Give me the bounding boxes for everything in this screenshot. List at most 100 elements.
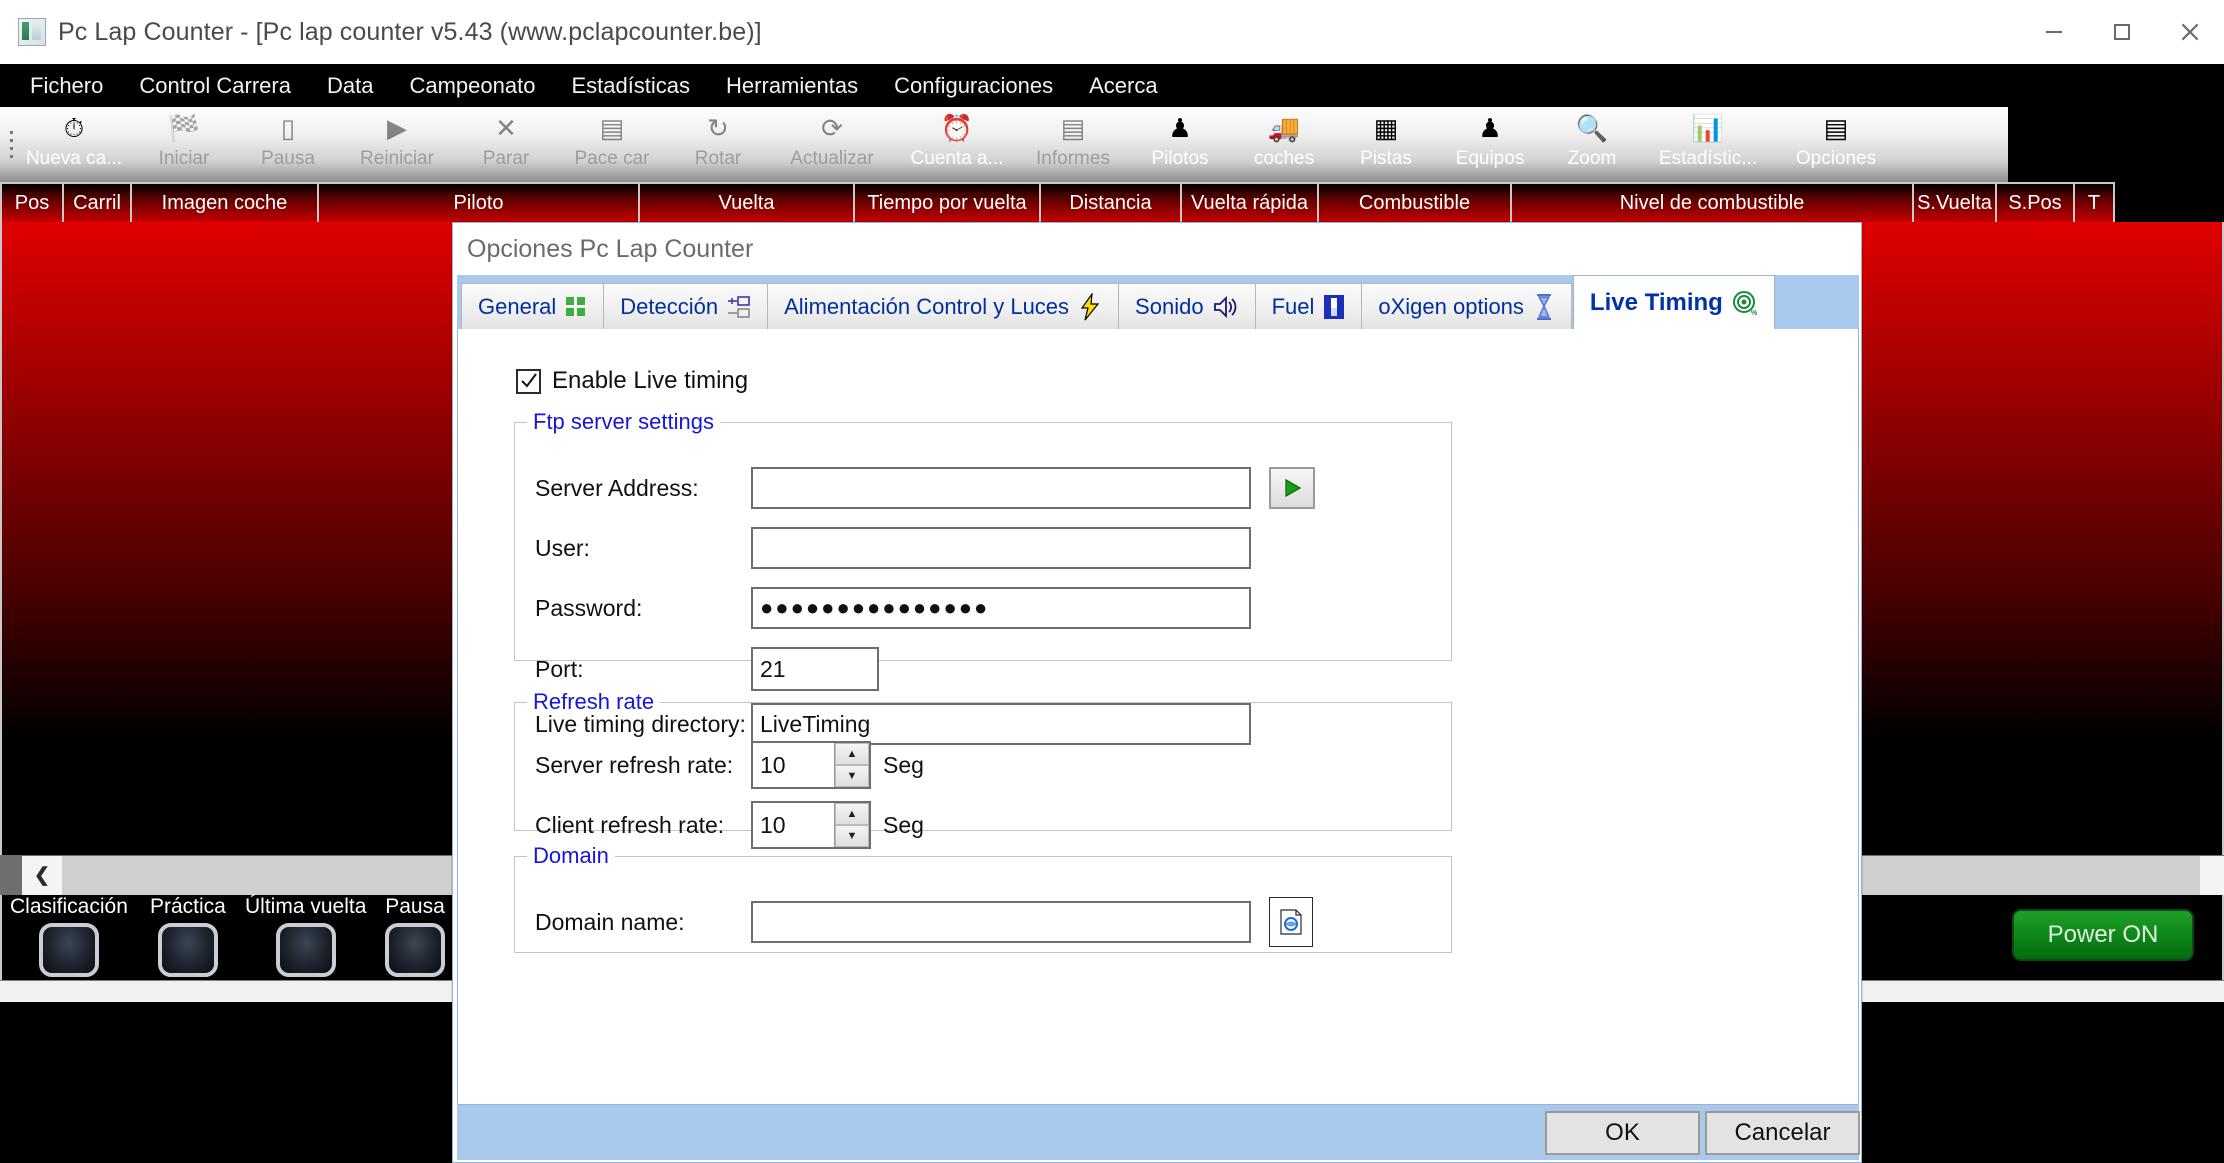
window-controls (2020, 0, 2224, 64)
main-toolbar: ⏱ Nueva ca... 🏁 Iniciar ▯ Pausa ▶ Reinic… (0, 107, 2008, 182)
cars-icon: 🚚 (1267, 113, 1301, 143)
power-on-button[interactable]: Power ON (2012, 909, 2194, 961)
lamp-label: Pausa (385, 895, 445, 918)
tab-deteccion[interactable]: Detección (603, 283, 769, 329)
toolbar-button-zoom[interactable]: 🔍 Zoom (1544, 107, 1640, 182)
countdown-clock-icon: ⏰ (940, 113, 974, 143)
toolbar-button-parar[interactable]: ✕ Parar (456, 107, 556, 182)
menu-item-control-carrera[interactable]: Control Carrera (121, 73, 309, 99)
domain-name-label: Domain name: (535, 908, 685, 935)
toolbar-label: coches (1253, 148, 1315, 169)
toolbar-label: Nueva ca... (25, 148, 123, 169)
menu-item-acerca[interactable]: Acerca (1071, 73, 1175, 99)
toolbar-button-estadisticas[interactable]: 📊 Estadístic... (1640, 107, 1776, 182)
menu-item-estadisticas[interactable]: Estadísticas (553, 73, 708, 99)
toolbar-button-cuenta-atras[interactable]: ⏰ Cuenta a... (896, 107, 1018, 182)
lamp-clasificacion[interactable]: Clasificación (10, 895, 128, 977)
tab-general[interactable]: General (461, 283, 605, 329)
column-header-combustible[interactable]: Combustible (1319, 182, 1512, 222)
lamp-pausa[interactable]: Pausa (385, 895, 445, 977)
ok-button[interactable]: OK (1545, 1111, 1700, 1155)
port-label: Port: (535, 655, 584, 682)
menu-item-fichero[interactable]: Fichero (12, 73, 121, 99)
lamp-indicator[interactable] (157, 923, 218, 977)
tab-live-timing[interactable]: Live Timing % (1572, 275, 1775, 329)
enable-live-timing-row[interactable]: Enable Live timing (516, 367, 748, 395)
lamp-indicator[interactable] (275, 923, 336, 977)
refresh-rate-group: Refresh rate Server refresh rate: 10 ▲ ▼… (514, 689, 1452, 849)
column-header-piloto[interactable]: Piloto (319, 182, 640, 222)
toolbar-button-pilotos[interactable]: ♟ Pilotos (1128, 107, 1232, 182)
toolbar-button-informes[interactable]: ▤ Informes (1018, 107, 1128, 182)
menu-item-herramientas[interactable]: Herramientas (708, 73, 876, 99)
lamp-indicator[interactable] (385, 923, 445, 977)
lamp-ultima-vuelta[interactable]: Última vuelta (245, 895, 366, 977)
internet-doc-icon[interactable] (1269, 897, 1313, 947)
toolbar-grip[interactable] (0, 107, 18, 182)
tab-oxigen-options[interactable]: oXigen options (1361, 283, 1572, 329)
chevron-up-icon[interactable]: ▲ (835, 803, 869, 825)
chevron-left-icon[interactable]: ❮ (22, 856, 62, 895)
port-input[interactable]: 21 (751, 647, 879, 691)
column-header-vuelta[interactable]: Vuelta (640, 182, 855, 222)
client-refresh-rate-value[interactable]: 10 (753, 803, 834, 847)
toolbar-button-pistas[interactable]: ▦ Pistas (1336, 107, 1436, 182)
menu-item-campeonato[interactable]: Campeonato (391, 73, 553, 99)
maximize-icon[interactable] (2088, 0, 2156, 64)
pause-icon: ▯ (280, 113, 296, 143)
close-icon[interactable] (2156, 0, 2224, 64)
column-header-imagen-coche[interactable]: Imagen coche (132, 182, 319, 222)
column-header-tiempo-por-vuelta[interactable]: Tiempo por vuelta (855, 182, 1041, 222)
chevron-up-icon[interactable]: ▲ (835, 743, 869, 765)
column-header-carril[interactable]: Carril (64, 182, 132, 222)
scrollbar-right-stub[interactable] (2200, 856, 2224, 895)
menu-item-configuraciones[interactable]: Configuraciones (876, 73, 1071, 99)
toolbar-label: Pace car (574, 148, 650, 169)
server-refresh-rate-stepper[interactable]: 10 ▲ ▼ (751, 741, 871, 789)
tab-fuel[interactable]: Fuel (1254, 283, 1363, 329)
user-input[interactable] (751, 527, 1251, 569)
dialog-footer: OK Cancelar (457, 1105, 1860, 1160)
toolbar-label: Iniciar (158, 148, 210, 169)
server-address-label: Server Address: (535, 474, 699, 501)
toolbar-button-opciones[interactable]: ▤ Opciones (1776, 107, 1896, 182)
green-play-icon[interactable] (1269, 467, 1315, 509)
column-header-nivel-combustible[interactable]: Nivel de combustible (1512, 182, 1914, 222)
column-header-vuelta-rapida[interactable]: Vuelta rápida (1182, 182, 1319, 222)
toolbar-button-nueva-carrera[interactable]: ⏱ Nueva ca... (18, 107, 130, 182)
menu-item-data[interactable]: Data (309, 73, 391, 99)
column-header-distancia[interactable]: Distancia (1041, 182, 1182, 222)
menu-bar: Fichero Control Carrera Data Campeonato … (0, 64, 2224, 107)
minimize-icon[interactable] (2020, 0, 2088, 64)
live-timing-icon: % (1732, 290, 1758, 316)
domain-name-input[interactable] (751, 901, 1251, 943)
toolbar-button-pausa[interactable]: ▯ Pausa (238, 107, 338, 182)
tab-alimentacion-control-y-luces[interactable]: Alimentación Control y Luces (767, 283, 1120, 329)
checkmark-icon (520, 373, 537, 388)
enable-live-timing-checkbox[interactable] (516, 368, 541, 394)
svg-text:%: % (1751, 310, 1758, 316)
toolbar-button-rotar[interactable]: ↻ Rotar (668, 107, 768, 182)
column-header-pos[interactable]: Pos (0, 182, 64, 222)
column-header-s-vuelta[interactable]: S.Vuelta (1914, 182, 1997, 222)
fuel-gauge-icon (1323, 294, 1345, 320)
client-refresh-rate-stepper[interactable]: 10 ▲ ▼ (751, 801, 871, 849)
lamp-practica[interactable]: Práctica (150, 895, 226, 977)
tab-sonido[interactable]: Sonido (1118, 283, 1256, 329)
toolbar-button-equipos[interactable]: ♟ Equipos (1436, 107, 1544, 182)
toolbar-button-reiniciar[interactable]: ▶ Reiniciar (338, 107, 456, 182)
password-input[interactable]: ●●●●●●●●●●●●●●● (751, 587, 1251, 629)
toolbar-button-actualizar[interactable]: ⟳ Actualizar (768, 107, 896, 182)
column-header-s-pos[interactable]: S.Pos (1997, 182, 2075, 222)
server-refresh-rate-value[interactable]: 10 (753, 743, 834, 787)
server-address-input[interactable] (751, 467, 1251, 509)
toolbar-label: Zoom (1567, 148, 1617, 169)
toolbar-button-coches[interactable]: 🚚 coches (1232, 107, 1336, 182)
column-header-t[interactable]: T (2075, 182, 2115, 222)
chevron-down-icon[interactable]: ▼ (835, 765, 869, 787)
pace-car-icon: ▤ (599, 113, 625, 143)
toolbar-button-pace-car[interactable]: ▤ Pace car (556, 107, 668, 182)
toolbar-button-iniciar[interactable]: 🏁 Iniciar (130, 107, 238, 182)
cancel-button[interactable]: Cancelar (1705, 1111, 1860, 1155)
lamp-indicator[interactable] (38, 923, 99, 977)
